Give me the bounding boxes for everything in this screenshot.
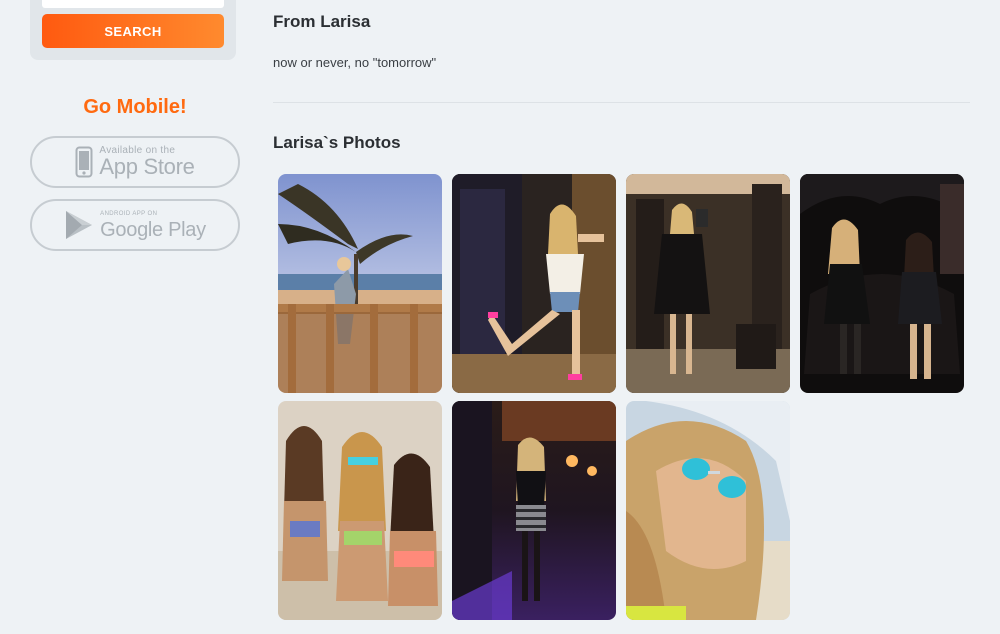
photo-thumbnail[interactable] (452, 401, 616, 620)
photos-heading: Larisa`s Photos (273, 133, 401, 152)
app-store-badge[interactable]: Available on the App Store (30, 136, 240, 188)
photo-thumbnail[interactable] (626, 401, 790, 620)
photo-thumbnail[interactable] (800, 174, 964, 393)
search-button[interactable]: SEARCH (42, 14, 224, 48)
phone-icon (75, 146, 93, 178)
app-store-label: App Store (99, 154, 195, 179)
photo-thumbnail[interactable] (626, 174, 790, 393)
photo-thumbnail[interactable] (278, 401, 442, 620)
search-panel: SEARCH (30, 0, 236, 60)
go-mobile-heading: Go Mobile! (83, 96, 187, 118)
about-text: now or never, no "tomorrow" (273, 55, 437, 70)
play-store-icon (64, 209, 94, 241)
photo-grid (278, 174, 968, 620)
search-input[interactable] (42, 0, 224, 8)
google-play-label: Google Play (100, 218, 206, 241)
divider (273, 102, 970, 103)
google-play-small-label: ANDROID APP ON (100, 210, 158, 217)
photo-thumbnail[interactable] (278, 174, 442, 393)
photo-thumbnail[interactable] (452, 174, 616, 393)
google-play-badge[interactable]: ANDROID APP ON Google Play (30, 199, 240, 251)
from-heading: From Larisa (273, 12, 371, 31)
